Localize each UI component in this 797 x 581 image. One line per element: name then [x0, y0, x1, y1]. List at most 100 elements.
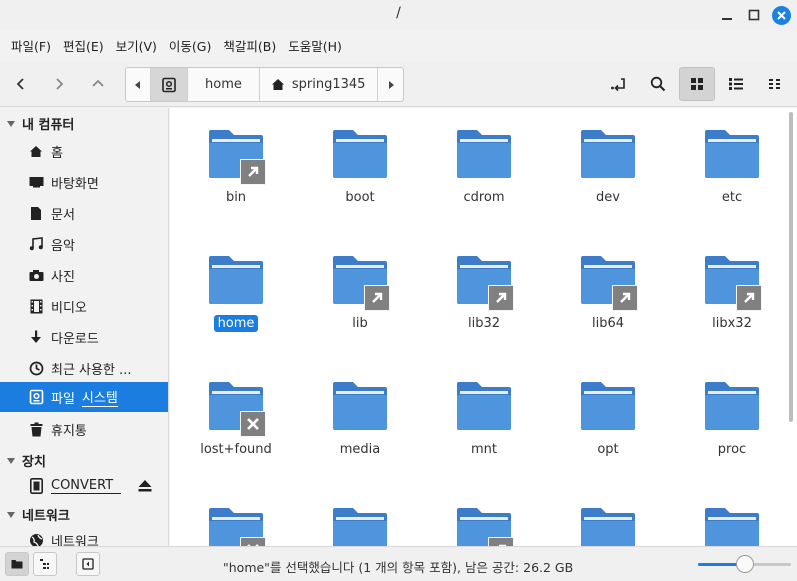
- file-view[interactable]: bin boot cdrom dev etc home lib lib32 lib64 libx3…: [170, 108, 797, 546]
- sidebar-item-videos[interactable]: 비디오: [0, 291, 168, 321]
- file-item[interactable]: lib: [305, 234, 415, 344]
- symlink-emblem-icon: [240, 159, 266, 185]
- file-item[interactable]: proc: [677, 360, 787, 470]
- back-button[interactable]: [8, 71, 34, 97]
- file-item-label: dev: [596, 190, 620, 205]
- section-devices[interactable]: 장치: [6, 451, 46, 470]
- menu-view[interactable]: 보기(V): [111, 34, 162, 60]
- path-bar: home spring1345: [125, 67, 405, 102]
- eject-button[interactable]: [137, 479, 153, 493]
- collapse-triangle-icon: [7, 120, 15, 127]
- up-button[interactable]: [85, 71, 111, 97]
- file-item[interactable]: boot: [305, 108, 415, 218]
- sidebar-item-filesystem[interactable]: 파일 시스템: [0, 382, 168, 412]
- zoom-slider-handle[interactable]: [735, 555, 754, 573]
- file-item[interactable]: [677, 486, 787, 546]
- file-item[interactable]: [553, 486, 663, 546]
- folder-icon: [455, 254, 514, 311]
- trash-icon: [28, 422, 44, 437]
- sidebar-item-label-edit: CONVERT: [51, 478, 122, 494]
- compact-view-button[interactable]: [757, 67, 793, 101]
- file-item-label: etc: [721, 190, 743, 205]
- folder-icon: [455, 128, 513, 180]
- sidebar-item-label: 비디오: [51, 300, 87, 316]
- folder-icon: [579, 506, 637, 546]
- file-item[interactable]: mnt: [429, 360, 539, 470]
- menu-edit[interactable]: 편집(E): [58, 34, 109, 60]
- list-view-button[interactable]: [718, 67, 754, 101]
- maximize-button[interactable]: [745, 6, 763, 24]
- file-item[interactable]: cdrom: [429, 108, 539, 218]
- sidebar-item-label: 사진: [51, 269, 75, 285]
- tree-view-icon: [40, 559, 49, 569]
- symlink-emblem-icon: [488, 285, 514, 311]
- sidebar-item-desktop[interactable]: 바탕화면: [0, 167, 168, 197]
- minimize-button[interactable]: [718, 6, 736, 24]
- home-icon: [28, 145, 44, 158]
- sidebar-item-trash[interactable]: 휴지통: [0, 414, 168, 444]
- show-places-button[interactable]: [5, 552, 29, 576]
- folder-small-icon: [11, 560, 23, 569]
- forward-button[interactable]: [46, 71, 72, 97]
- menu-bookmarks[interactable]: 책갈피(B): [218, 34, 281, 60]
- folder-icon: [207, 380, 266, 437]
- desktop-icon: [28, 176, 44, 188]
- section-network[interactable]: 네트워크: [6, 505, 70, 524]
- search-button[interactable]: [640, 67, 676, 101]
- sidebar-item-music[interactable]: 음악: [0, 229, 168, 259]
- sidebar-item-network[interactable]: 네트워크: [0, 525, 168, 547]
- filesystem-icon: [28, 389, 44, 405]
- vertical-scrollbar[interactable]: [789, 112, 793, 422]
- menu-go[interactable]: 이동(G): [164, 34, 216, 60]
- sidebar-item-pictures[interactable]: 사진: [0, 260, 168, 290]
- file-item-label: lib32: [467, 316, 501, 331]
- file-item-label: opt: [597, 442, 619, 457]
- compact-view-icon: [769, 79, 780, 89]
- menu-file[interactable]: 파일(F): [6, 34, 56, 60]
- file-item[interactable]: dev: [553, 108, 663, 218]
- camera-icon: [28, 269, 44, 282]
- symlink-emblem-icon: [736, 285, 762, 311]
- close-icon: [777, 11, 786, 20]
- file-item[interactable]: bin: [181, 108, 291, 218]
- close-button[interactable]: [772, 6, 791, 25]
- path-crumb-user[interactable]: spring1345: [260, 68, 379, 101]
- file-item[interactable]: media: [305, 360, 415, 470]
- file-item[interactable]: home: [181, 234, 291, 344]
- folder-icon: [455, 380, 513, 432]
- folder-icon: [703, 380, 761, 432]
- file-item[interactable]: [429, 486, 539, 546]
- sidebar-item-recent[interactable]: 최근 사용한 ...: [0, 353, 168, 383]
- folder-icon: [703, 128, 761, 180]
- path-crumb-home[interactable]: home: [188, 68, 260, 101]
- show-tree-button[interactable]: [33, 552, 57, 576]
- sidebar-item-downloads[interactable]: 다운로드: [0, 322, 168, 352]
- file-item[interactable]: libx32: [677, 234, 787, 344]
- home-icon: [271, 79, 284, 90]
- sidebar-item-documents[interactable]: 문서: [0, 198, 168, 228]
- file-item[interactable]: [305, 486, 415, 546]
- path-scroll-right[interactable]: [378, 68, 403, 101]
- open-terminal-button[interactable]: [601, 67, 637, 101]
- title-bar: /: [0, 0, 797, 30]
- section-computer[interactable]: 내 컴퓨터: [6, 114, 74, 133]
- path-scroll-left[interactable]: [126, 68, 151, 101]
- folder-icon: [331, 380, 389, 432]
- toggle-sidebar-button[interactable]: [76, 552, 100, 576]
- menu-help[interactable]: 도움말(H): [283, 34, 347, 60]
- folder-icon: [331, 506, 389, 546]
- file-item[interactable]: lib64: [553, 234, 663, 344]
- sidebar-item-home[interactable]: 홈: [0, 136, 168, 166]
- file-item[interactable]: [181, 486, 291, 546]
- file-item[interactable]: lib32: [429, 234, 539, 344]
- sidebar-item-label: 네트워크: [51, 534, 99, 547]
- folder-icon: [207, 128, 266, 185]
- search-icon: [650, 76, 666, 92]
- sidebar-item-label: 문서: [51, 207, 75, 223]
- file-item[interactable]: lost+found: [181, 360, 291, 470]
- path-crumb-root[interactable]: [151, 68, 188, 101]
- file-item[interactable]: etc: [677, 108, 787, 218]
- grid-view-button[interactable]: [679, 67, 715, 101]
- file-item[interactable]: opt: [553, 360, 663, 470]
- file-item-label: boot: [345, 190, 375, 205]
